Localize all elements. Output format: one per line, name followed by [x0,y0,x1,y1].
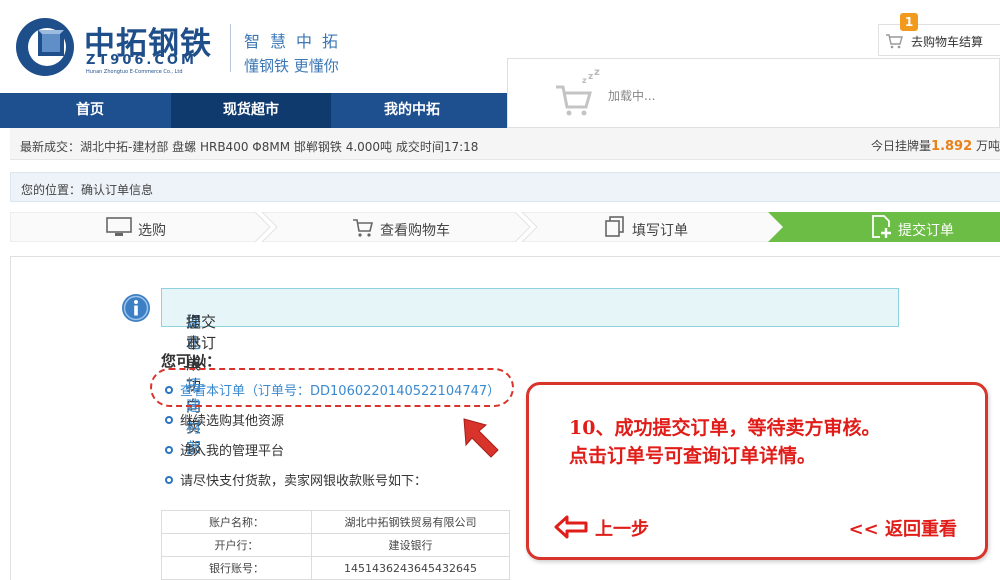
slogan-line1: 智慧中拓 [244,32,349,51]
step-submit-order: 提交订单 [870,212,990,242]
account-number-value: 1451436243645432645 [311,556,510,580]
management-platform-label: 进入我的管理平台 [180,444,285,459]
loading-text: 加载中... [608,89,656,103]
today-listing-value: 1.892 [931,139,973,154]
brand-english-name: Hunan Zhongtuo E-Commerce Co., Ltd [86,69,183,75]
nav-spot-market[interactable]: 现货超市 [171,93,331,128]
cart-icon [886,34,903,49]
order-steps: 选购 查看购物车 填写订单 提交订单 [10,212,1000,242]
nav-my-zhongtuo[interactable]: 我的中拓 [332,93,492,128]
breadcrumb-text: 您的位置：确认订单信息 [21,183,154,197]
step-browse: 选购 [106,212,226,242]
view-order-label: 查看本订单（订单号：DD1060220140522104747） [180,384,501,399]
step-fill-order: 填写订单 [604,212,724,242]
success-message: 您已成功向卖家 湖北中拓-建材部 提交本订单！ [161,288,899,457]
slogan-line2: 懂钢铁 更懂你 [244,57,339,75]
cart-checkout-label: 去购物车结算 [911,35,984,49]
payment-instruction: 请尽快支付货款，卖家网银收款账号如下： [165,470,427,489]
latest-deal-ticker: 最新成交：湖北中拓-建材部 盘螺 HRB400 Φ8MM 邯郸钢铁 4.000吨… [10,128,1000,160]
account-name-value: 湖北中拓钢铁贸易有限公司 [311,510,510,534]
brand-domain: ZT906.COM [86,53,197,68]
view-order-link[interactable]: 查看本订单（订单号：DD1060220140522104747） [165,380,500,399]
step-submit-order-label: 提交订单 [898,223,954,239]
copy-icon [605,216,624,237]
sleeping-cart-icon: z z z [556,69,600,116]
cart-loading-popup: z z z 加载中... [507,58,1000,128]
info-icon [122,294,150,322]
continue-shopping-label: 继续选购其他资源 [180,414,285,429]
logo-divider [230,24,231,72]
cart-checkout-button[interactable]: 去购物车结算 [878,24,1000,56]
account-number-key: 银行账号： [161,556,312,580]
add-doc-icon [872,215,892,239]
table-row: 账户名称： 湖北中拓钢铁贸易有限公司 [161,510,510,534]
payment-instruction-label: 请尽快支付货款，卖家网银收款账号如下： [180,474,428,489]
pointer-arrow-icon [463,418,499,458]
svg-text:z: z [588,72,593,82]
today-listing-unit: 万吨 [975,139,1000,153]
step-view-cart: 查看购物车 [352,212,502,242]
previous-step-label: 上一步 [595,519,649,540]
step-browse-label: 选购 [138,223,166,239]
brand-logo-icon[interactable] [14,16,76,78]
review-again-button[interactable]: << 返回重看 [849,515,957,541]
bank-account-table: 账户名称： 湖北中拓钢铁贸易有限公司 开户行： 建设银行 银行账号： 14514… [161,510,510,580]
breadcrumb: 您的位置：确认订单信息 [10,172,1000,202]
callout-line2: 点击订单号可查询订单详情。 [569,445,817,467]
cart-icon [353,219,374,237]
bullet-icon [165,446,173,454]
monitor-icon [106,217,132,236]
bank-key: 开户行： [161,533,312,557]
bullet-icon [165,416,173,424]
today-listing: 今日挂牌量1.892 万吨 [871,137,1000,154]
bullet-icon [165,476,173,484]
latest-deal-text: 最新成交：湖北中拓-建材部 盘螺 HRB400 Φ8MM 邯郸钢铁 4.000吨… [20,140,479,154]
svg-text:z: z [594,69,600,78]
management-platform-link[interactable]: 进入我的管理平台 [165,440,284,459]
nav-home[interactable]: 首页 [10,93,170,128]
cart-count-badge: 1 [900,13,918,31]
tutorial-callout: 10、成功提交订单，等待卖方审核。 点击订单号可查询订单详情。 上一步 << 返… [526,382,988,560]
svg-text:z: z [582,76,587,85]
account-name-key: 账户名称： [161,510,312,534]
step-fill-order-label: 填写订单 [632,223,688,239]
bullet-icon [165,386,173,394]
table-row: 银行账号： 1451436243645432645 [161,556,510,580]
today-listing-label: 今日挂牌量 [871,139,932,153]
step-view-cart-label: 查看购物车 [380,223,450,239]
callout-line1: 10、成功提交订单，等待卖方审核。 [569,417,881,439]
table-row: 开户行： 建设银行 [161,533,510,557]
bank-value: 建设银行 [311,533,510,557]
continue-shopping-link[interactable]: 继续选购其他资源 [165,410,284,429]
left-arrow-icon [554,515,588,539]
